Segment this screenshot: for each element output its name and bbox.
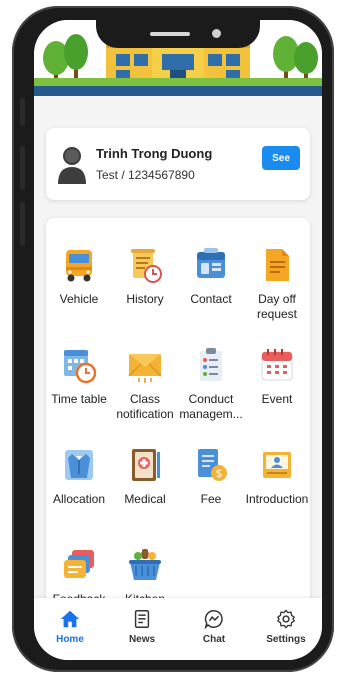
nav-label-settings: Settings [266, 634, 306, 645]
menu-tile-label: Conduct managem... [179, 392, 243, 421]
medical-book-icon [132, 449, 160, 481]
status-time: 2: [44, 26, 53, 37]
nav-item-home[interactable]: Home [34, 598, 106, 660]
menu-tile-history[interactable]: History [112, 240, 178, 340]
feature-grid: Vehicle History Contact Day off request … [46, 240, 310, 618]
notch-camera [212, 29, 221, 38]
menu-tile-label: Vehicle [59, 292, 99, 306]
class-notification-envelope-icon [128, 354, 162, 383]
menu-tile-label: Allocation [52, 492, 106, 506]
phone-volume-down-button [20, 202, 25, 246]
conduct-clipboard-icon [200, 348, 222, 381]
menu-tile-label: Event [261, 392, 293, 406]
event-calendar-icon [261, 349, 293, 381]
profile-card[interactable]: Trinh Trong Duong Test / 1234567890 See [46, 128, 310, 200]
nav-label-home: Home [56, 634, 84, 645]
kitchen-basket-icon [129, 549, 161, 580]
notch-speaker [150, 32, 190, 36]
day-off-document-icon [266, 249, 289, 281]
profile-name: Trinh Trong Duong [96, 146, 213, 161]
history-scroll-icon [131, 249, 162, 283]
contact-phone-icon [197, 248, 225, 278]
fee-document-icon: $ [198, 449, 227, 481]
user-avatar-icon [58, 147, 86, 184]
app-screen: 2: 32% Trinh Trong Duong Test / 12345678… [34, 20, 322, 660]
bottom-navigation: Home News Chat Settings [34, 598, 322, 660]
school-bus-icon [66, 250, 92, 282]
menu-tile-label: Fee [200, 492, 222, 506]
menu-tile-time-table[interactable]: Time table [46, 340, 112, 440]
menu-tile-label: Class notification [116, 392, 174, 421]
nav-label-news: News [128, 634, 156, 645]
menu-tile-fee[interactable]: $ Fee [178, 440, 244, 540]
svg-text:$: $ [216, 467, 223, 480]
see-profile-button[interactable]: See [262, 146, 300, 170]
menu-tile-event[interactable]: Event [244, 340, 310, 440]
menu-tile-label: History [126, 292, 164, 306]
menu-tile-day-off-request[interactable]: Day off request [244, 240, 310, 340]
menu-tile-label: Introduction [245, 492, 309, 506]
menu-tile-label: Medical [124, 492, 166, 506]
menu-tile-introduction[interactable]: Introduction [244, 440, 310, 540]
nav-label-chat: Chat [202, 634, 226, 645]
home-icon [60, 610, 80, 628]
chat-icon [204, 610, 223, 630]
allocation-uniform-icon [65, 450, 93, 480]
menu-tile-conduct-management[interactable]: Conduct managem... [178, 340, 244, 440]
phone-side-button [20, 98, 25, 126]
menu-tile-vehicle[interactable]: Vehicle [46, 240, 112, 340]
news-icon [134, 610, 150, 628]
menu-tile-label: Day off request [256, 292, 298, 321]
menu-tile-contact[interactable]: Contact [178, 240, 244, 340]
menu-tile-label: Contact [190, 292, 232, 306]
profile-subtitle: Test / 1234567890 [96, 168, 195, 182]
nav-item-settings[interactable]: Settings [250, 598, 322, 660]
feature-menu-card: Vehicle History Contact Day off request … [46, 218, 310, 618]
time-table-clock-icon [64, 350, 97, 384]
feedback-cards-icon [64, 550, 94, 578]
menu-tile-allocation[interactable]: Allocation [46, 440, 112, 540]
menu-tile-class-notification[interactable]: Class notification [112, 340, 178, 440]
status-battery: 32% [287, 26, 308, 37]
settings-gear-icon [277, 609, 295, 629]
phone-volume-up-button [20, 146, 25, 190]
nav-item-news[interactable]: News [106, 598, 178, 660]
introduction-board-icon [263, 452, 291, 478]
menu-tile-label: Time table [51, 392, 107, 406]
nav-item-chat[interactable]: Chat [178, 598, 250, 660]
menu-tile-medical[interactable]: Medical [112, 440, 178, 540]
phone-notch [96, 20, 260, 48]
